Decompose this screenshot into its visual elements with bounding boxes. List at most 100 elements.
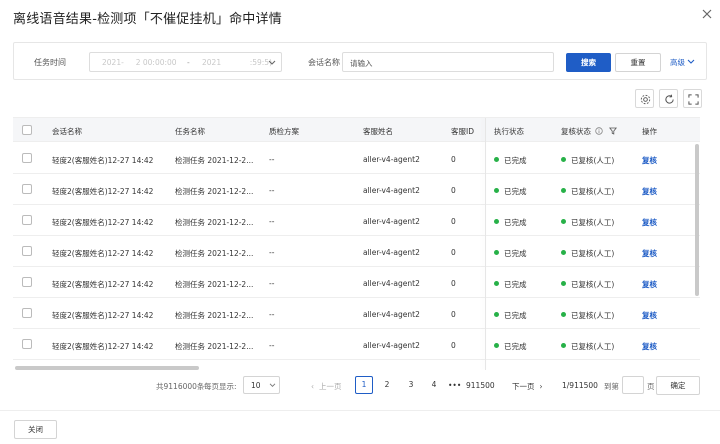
page-ellipsis[interactable]: •••	[448, 381, 461, 390]
prev-page-label: 上一页	[319, 382, 342, 391]
cell-session-name: 轻度2(客服姓名)12-27 14:42	[52, 249, 154, 258]
status-dot-icon	[561, 250, 566, 255]
row-checkbox[interactable]	[22, 339, 32, 349]
next-page-button[interactable]: 下一页 ›	[512, 381, 543, 392]
cell-task-name: 检测任务 2021-12-2...	[175, 187, 254, 196]
close-button[interactable]: 关闭	[14, 420, 57, 439]
gear-icon	[640, 94, 651, 105]
search-button[interactable]: 搜索	[566, 53, 611, 72]
cell-agent-id: 0	[451, 341, 456, 350]
cell-session-name: 轻度2(客服姓名)12-27 14:42	[52, 187, 154, 196]
row-checkbox[interactable]	[22, 246, 32, 256]
fullscreen-button[interactable]	[683, 89, 702, 108]
cell-session-name: 轻度2(客服姓名)12-27 14:42	[52, 342, 154, 351]
status-dot-icon	[561, 281, 566, 286]
cell-review-status: 已复核(人工)	[561, 279, 614, 290]
table-row[interactable]: 轻度2(客服姓名)12-27 14:42 检测任务 2021-12-2... -- a…	[13, 267, 700, 298]
table-row[interactable]: 轻度2(客服姓名)12-27 14:42 检测任务 2021-12-2... -- a…	[13, 236, 700, 267]
cell-review-status: 已复核(人工)	[561, 341, 614, 352]
column-header-session: 会话名称	[52, 127, 82, 136]
review-link[interactable]: 复核	[642, 310, 657, 321]
cell-scheme: --	[269, 248, 275, 257]
cell-scheme: --	[269, 186, 275, 195]
cell-scheme: --	[269, 341, 275, 350]
cell-agent-id: 0	[451, 155, 456, 164]
chevron-down-icon	[688, 59, 695, 64]
cell-agent-name: aller-v4-agent2	[363, 217, 420, 226]
review-link[interactable]: 复核	[642, 186, 657, 197]
cell-session-name: 轻度2(客服姓名)12-27 14:42	[52, 280, 154, 289]
cell-session-name: 轻度2(客服姓名)12-27 14:42	[52, 218, 154, 227]
column-header-scheme: 质检方案	[269, 127, 299, 136]
review-link[interactable]: 复核	[642, 155, 657, 166]
table-row[interactable]: 轻度2(客服姓名)12-27 14:42 检测任务 2021-12-2... -- a…	[13, 174, 700, 205]
cell-task-name: 检测任务 2021-12-2...	[175, 249, 254, 258]
task-time-range-picker[interactable]: 2021- 2 00:00:00 - 2021 :59:5)	[89, 52, 282, 72]
row-checkbox[interactable]	[22, 277, 32, 287]
review-link[interactable]: 复核	[642, 279, 657, 290]
cell-agent-id: 0	[451, 186, 456, 195]
prev-page-button[interactable]: ‹ 上一页	[311, 381, 342, 392]
vertical-scrollbar[interactable]	[695, 144, 699, 296]
horizontal-scrollbar[interactable]	[15, 366, 199, 370]
advanced-filter-toggle[interactable]: 高级	[670, 57, 695, 68]
chevron-down-icon	[269, 383, 276, 387]
info-icon[interactable]	[595, 127, 604, 135]
table-row[interactable]: 轻度2(客服姓名)12-27 14:42 检测任务 2021-12-2... -- a…	[13, 298, 700, 329]
table-row[interactable]: 轻度2(客服姓名)12-27 14:42 检测任务 2021-12-2... -- a…	[13, 329, 700, 360]
cell-task-name: 检测任务 2021-12-2...	[175, 218, 254, 227]
table-header: 会话名称 任务名称 质检方案 客服姓名 客服ID 执行状态 复核状态 操作	[13, 118, 700, 142]
page-button-4[interactable]: 4	[425, 376, 443, 394]
cell-exec-status: 已完成	[494, 217, 527, 228]
review-link[interactable]: 复核	[642, 341, 657, 352]
cell-exec-status: 已完成	[494, 248, 527, 259]
cell-exec-status: 已完成	[494, 279, 527, 290]
table-row[interactable]: 轻度2(客服姓名)12-27 14:42 检测任务 2021-12-2... -- a…	[13, 143, 700, 174]
cell-agent-id: 0	[451, 310, 456, 319]
page-size-select[interactable]: 10	[243, 376, 280, 394]
row-checkbox[interactable]	[22, 153, 32, 163]
page-button-2[interactable]: 2	[378, 376, 396, 394]
next-page-label: 下一页	[512, 382, 535, 391]
page-button-3[interactable]: 3	[402, 376, 420, 394]
reset-button[interactable]: 重置	[615, 53, 661, 72]
select-all-checkbox[interactable]	[22, 125, 32, 135]
cell-exec-status: 已完成	[494, 186, 527, 197]
exec-status-text: 已完成	[504, 342, 527, 351]
cell-exec-status: 已完成	[494, 310, 527, 321]
review-status-text: 已复核(人工)	[571, 218, 615, 227]
column-settings-button[interactable]	[635, 89, 654, 108]
cell-agent-name: aller-v4-agent2	[363, 341, 420, 350]
exec-status-text: 已完成	[504, 249, 527, 258]
review-status-text: 已复核(人工)	[571, 249, 615, 258]
refresh-button[interactable]	[659, 89, 678, 108]
dialog-footer: 关闭	[0, 410, 720, 444]
review-link[interactable]: 复核	[642, 248, 657, 259]
date-separator: -	[187, 58, 190, 67]
row-checkbox[interactable]	[22, 184, 32, 194]
column-header-agent-id: 客服ID	[451, 127, 474, 136]
status-dot-icon	[494, 157, 499, 162]
status-dot-icon	[494, 312, 499, 317]
row-checkbox[interactable]	[22, 308, 32, 318]
page-button-last[interactable]: 911500	[466, 381, 495, 390]
row-checkbox[interactable]	[22, 215, 32, 225]
session-name-input[interactable]: 请输入	[342, 52, 554, 72]
goto-label: 到第	[604, 382, 619, 391]
cell-agent-name: aller-v4-agent2	[363, 186, 420, 195]
review-status-text: 已复核(人工)	[571, 342, 615, 351]
review-link[interactable]: 复核	[642, 217, 657, 228]
advanced-label: 高级	[670, 58, 685, 67]
filter-icon[interactable]	[608, 127, 617, 135]
total-count: 共9116000条	[156, 382, 205, 391]
goto-page-input[interactable]	[622, 376, 644, 394]
table-row[interactable]: 轻度2(客服姓名)12-27 14:42 检测任务 2021-12-2... -- a…	[13, 205, 700, 236]
chevron-right-icon: ›	[539, 382, 543, 391]
cell-exec-status: 已完成	[494, 155, 527, 166]
page-button-1[interactable]: 1	[355, 376, 373, 394]
review-status-text: 已复核(人工)	[571, 156, 615, 165]
column-header-exec-status: 执行状态	[494, 127, 524, 136]
close-icon[interactable]	[700, 7, 714, 21]
cell-agent-name: aller-v4-agent2	[363, 310, 420, 319]
goto-confirm-button[interactable]: 确定	[656, 376, 700, 395]
